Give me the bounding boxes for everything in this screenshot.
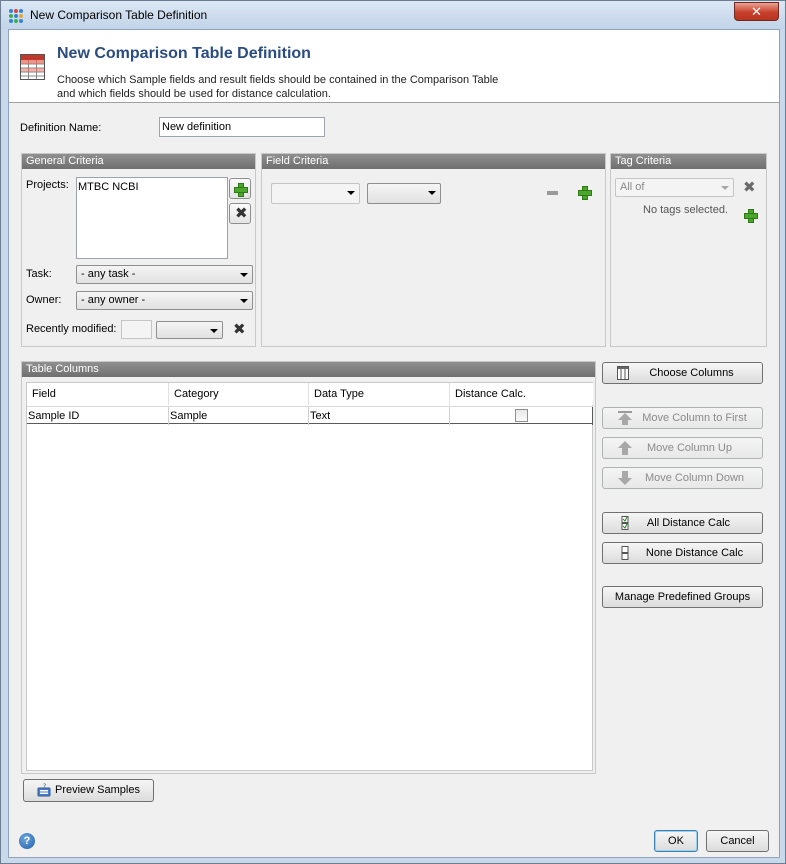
remove-project-button[interactable]: ✖ — [229, 203, 251, 224]
recently-modified-label: Recently modified: — [26, 323, 117, 335]
move-column-first-label: Move Column to First — [642, 412, 747, 424]
title-bar[interactable]: New Comparison Table Definition ✕ — [1, 1, 785, 29]
chevron-down-icon — [428, 191, 436, 195]
plus-icon — [234, 183, 248, 197]
table-row[interactable]: Sample ID Sample Text — [27, 406, 593, 425]
move-column-first-button[interactable]: Move Column to First — [602, 407, 763, 429]
general-criteria-header: General Criteria — [22, 154, 255, 169]
dialog-window: New Comparison Table Definition ✕ New Co… — [0, 0, 786, 864]
task-label: Task: — [26, 268, 52, 280]
cancel-button[interactable]: Cancel — [706, 830, 769, 852]
all-distance-calc-button[interactable]: All Distance Calc — [602, 512, 763, 534]
move-column-down-button[interactable]: Move Column Down — [602, 467, 763, 489]
preview-samples-label: Preview Samples — [55, 784, 140, 796]
minus-icon[interactable] — [547, 191, 558, 195]
all-distance-calc-label: All Distance Calc — [646, 517, 731, 529]
chevron-down-icon — [240, 273, 248, 277]
owner-select[interactable]: - any owner - — [76, 291, 253, 310]
manage-predefined-groups-button[interactable]: Manage Predefined Groups — [602, 586, 763, 608]
no-tags-text: No tags selected. — [643, 204, 728, 216]
owner-label: Owner: — [26, 294, 62, 306]
column-header-category[interactable]: Category — [169, 383, 309, 405]
preview-samples-icon: ? — [37, 783, 51, 797]
field-criteria-panel: Field Criteria — [261, 153, 606, 347]
plus-icon[interactable] — [578, 186, 592, 200]
recently-modified-number[interactable] — [121, 320, 152, 339]
svg-text:?: ? — [43, 783, 46, 790]
header-description-line1: Choose which Sample fields and result fi… — [57, 74, 499, 86]
header-description-line2: and which fields should be used for dist… — [57, 88, 331, 100]
cell-data-type: Text — [309, 407, 450, 425]
field-select[interactable] — [271, 183, 360, 204]
cell-category: Sample — [169, 407, 309, 425]
list-item[interactable]: MTBC NCBI — [78, 181, 139, 193]
clear-tags-icon[interactable]: ✖ — [743, 180, 756, 195]
tag-criteria-header: Tag Criteria — [611, 154, 766, 169]
tag-mode-value: All of — [620, 181, 645, 193]
chevron-down-icon — [721, 186, 729, 190]
page-title: New Comparison Table Definition — [57, 45, 311, 62]
owner-select-value: - any owner - — [81, 294, 146, 306]
move-column-up-label: Move Column Up — [647, 442, 732, 454]
none-distance-calc-label: None Distance Calc — [645, 547, 744, 559]
add-project-button[interactable] — [229, 178, 251, 199]
table-grid-icon — [20, 54, 45, 80]
arrow-down-icon — [618, 471, 632, 485]
clear-recently-modified-icon[interactable]: ✖ — [233, 322, 246, 337]
table-columns-header: Table Columns — [22, 362, 595, 377]
cell-distance-calc — [450, 407, 593, 425]
unchecked-boxes-icon — [621, 546, 629, 560]
x-icon: ✖ — [235, 205, 248, 222]
plus-icon[interactable] — [744, 209, 758, 223]
recently-modified-select[interactable] — [156, 321, 223, 339]
column-header-distance-calc[interactable]: Distance Calc. — [450, 383, 593, 405]
chevron-down-icon — [240, 299, 248, 303]
arrow-to-top-icon — [618, 411, 632, 425]
chevron-down-icon — [210, 329, 218, 333]
tag-criteria-panel: Tag Criteria All of ✖ No tags selected. — [610, 153, 767, 347]
column-header-data-type[interactable]: Data Type — [309, 383, 450, 405]
none-distance-calc-button[interactable]: None Distance Calc — [602, 542, 763, 564]
definition-name-label: Definition Name: — [20, 122, 102, 134]
definition-name-input[interactable] — [159, 117, 325, 137]
dialog-client-area: New Comparison Table Definition Choose w… — [8, 29, 780, 858]
field-criteria-header: Field Criteria — [262, 154, 605, 169]
choose-columns-button[interactable]: Choose Columns — [602, 362, 763, 384]
preview-samples-button[interactable]: ? Preview Samples — [23, 779, 154, 802]
checked-boxes-icon — [621, 516, 629, 530]
chevron-down-icon — [347, 191, 355, 195]
columns-icon — [617, 366, 629, 380]
move-column-up-button[interactable]: Move Column Up — [602, 437, 763, 459]
columns-table[interactable]: Field Category Data Type Distance Calc. … — [26, 382, 593, 771]
move-column-down-label: Move Column Down — [644, 472, 745, 484]
window-title: New Comparison Table Definition — [30, 8, 208, 22]
choose-columns-label: Choose Columns — [649, 367, 734, 379]
column-header-field[interactable]: Field — [27, 383, 169, 405]
projects-label: Projects: — [26, 179, 69, 191]
tag-mode-select[interactable]: All of — [615, 178, 734, 197]
dialog-header: New Comparison Table Definition Choose w… — [9, 30, 779, 103]
app-dots-icon — [9, 9, 23, 23]
task-select[interactable]: - any task - — [76, 265, 253, 284]
header-description: Choose which Sample fields and result fi… — [57, 73, 537, 101]
operator-select[interactable] — [367, 183, 441, 204]
arrow-up-icon — [618, 441, 632, 455]
table-columns-panel: Table Columns Field Category Data Type D… — [21, 361, 596, 774]
distance-calc-checkbox[interactable] — [515, 409, 528, 422]
window-close-button[interactable]: ✕ — [734, 2, 779, 21]
ok-button[interactable]: OK — [654, 830, 698, 852]
cell-field: Sample ID — [27, 407, 169, 425]
general-criteria-panel: General Criteria Projects: MTBC NCBI ✖ T… — [21, 153, 256, 347]
projects-list[interactable]: MTBC NCBI — [76, 177, 228, 259]
help-icon[interactable]: ? — [19, 833, 35, 849]
task-select-value: - any task - — [81, 268, 136, 280]
